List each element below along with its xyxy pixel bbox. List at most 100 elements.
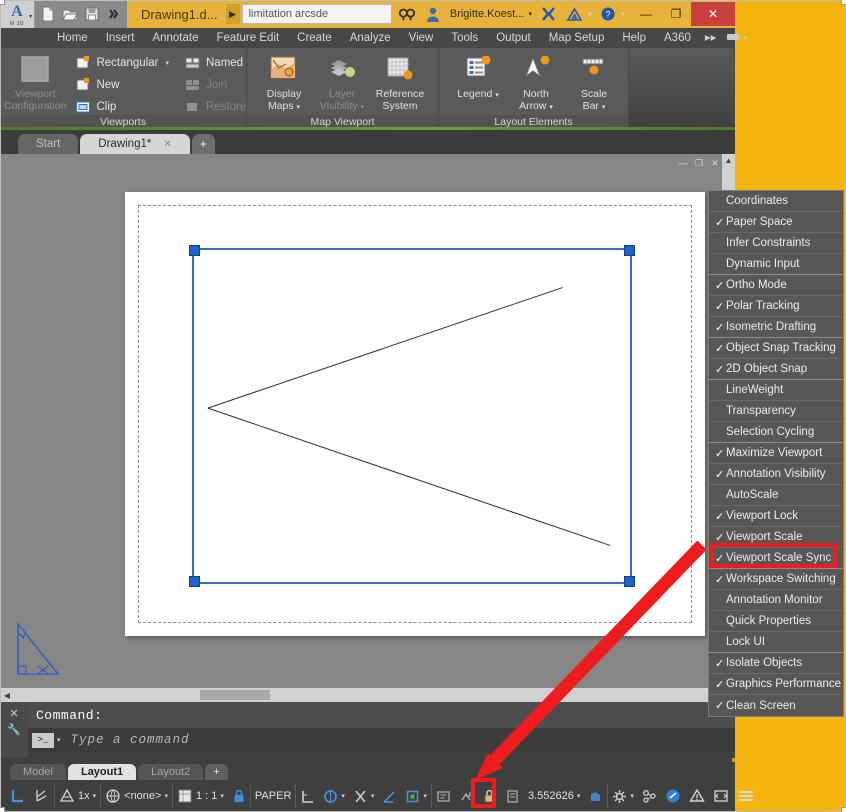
menu-item-dynamic-input[interactable]: Dynamic Input: [709, 254, 843, 275]
account-name[interactable]: Brigitte.Koest... ▾: [446, 8, 536, 20]
menu-item-isometric-drafting[interactable]: ✓Isometric Drafting: [709, 317, 843, 338]
tab-help[interactable]: Help: [613, 28, 655, 48]
annotation-scale-button[interactable]: 1x ▾: [54, 784, 100, 808]
maximize-button[interactable]: ❐: [661, 2, 691, 26]
tab-a360[interactable]: A360: [655, 28, 700, 48]
snap-grid-icon[interactable]: [30, 784, 54, 808]
layout-tab-model[interactable]: Model: [10, 764, 66, 780]
minimize-button[interactable]: —: [631, 2, 661, 26]
tab-annotate[interactable]: Annotate: [143, 28, 207, 48]
north-arrow-button[interactable]: NorthArrow ▾: [507, 52, 565, 114]
viewport-grip-top-left[interactable]: [189, 245, 200, 256]
new-file-icon[interactable]: [38, 4, 58, 24]
graphics-performance-icon[interactable]: [661, 784, 685, 808]
menu-item-2d-object-snap[interactable]: ✓2D Object Snap: [709, 359, 843, 380]
autodesk-logo-icon[interactable]: [562, 1, 588, 27]
menu-item-selection-cycling[interactable]: Selection Cycling: [709, 422, 843, 443]
command-settings-icon[interactable]: 🔧: [7, 723, 21, 736]
customization-menu-icon[interactable]: [733, 784, 759, 808]
tab-feature-edit[interactable]: Feature Edit: [208, 28, 289, 48]
chevron-down-icon[interactable]: ▾: [371, 792, 375, 800]
horizontal-scroll-thumb[interactable]: [200, 690, 270, 700]
paper-space-toggle[interactable]: PAPER: [250, 784, 295, 808]
help-icon[interactable]: ?: [595, 1, 621, 27]
menu-item-annotation-visibility[interactable]: ✓Annotation Visibility: [709, 464, 843, 485]
menu-item-annotation-monitor[interactable]: Annotation Monitor: [709, 590, 843, 611]
menu-item-transparency[interactable]: Transparency: [709, 401, 843, 422]
save-icon[interactable]: [82, 4, 102, 24]
named-viewport-button[interactable]: Named: [182, 53, 249, 73]
layout-tab-new[interactable]: +: [205, 764, 227, 780]
menu-item-maximize-viewport[interactable]: ✓Maximize Viewport: [709, 443, 843, 464]
ortho-mode-icon[interactable]: [295, 784, 319, 808]
chevron-down-icon[interactable]: ▾: [341, 792, 345, 800]
viewport-grip-top-right[interactable]: [624, 245, 635, 256]
drawing-close-button[interactable]: ✕: [707, 156, 723, 170]
layout-tab-layout2[interactable]: Layout2: [138, 764, 203, 780]
viewport-grip-bottom-left[interactable]: [189, 576, 200, 587]
ribbon-overflow-icon[interactable]: ▸▸: [700, 28, 722, 48]
chevron-down-icon[interactable]: ▾: [528, 10, 532, 18]
reference-system-button[interactable]: ReferenceSystem: [371, 52, 429, 112]
menu-item-viewport-lock[interactable]: ✓Viewport Lock: [709, 506, 843, 527]
menu-item-lock-ui[interactable]: Lock UI: [709, 632, 843, 653]
chevron-down-icon[interactable]: ▾: [630, 792, 634, 800]
menu-item-workspace-switching[interactable]: ✓Workspace Switching: [709, 569, 843, 590]
annotation-scale-readout[interactable]: 3.552626 ▾: [524, 784, 584, 808]
viewport-scale-button[interactable]: 1 : 1 ▾: [172, 784, 228, 808]
tab-output[interactable]: Output: [487, 28, 540, 48]
menu-item-infer-constraints[interactable]: Infer Constraints: [709, 233, 843, 254]
paper-model-icon[interactable]: [6, 784, 30, 808]
application-menu-button[interactable]: A M 3D ▾: [0, 0, 35, 28]
layout-tab-layout1[interactable]: Layout1: [68, 764, 136, 780]
chevron-down-icon[interactable]: ▾: [423, 792, 427, 800]
menu-item-lineweight[interactable]: LineWeight: [709, 380, 843, 401]
clip-viewport-button[interactable]: Clip: [72, 97, 172, 117]
isometric-drafting-icon[interactable]: [378, 784, 401, 808]
menu-item-ortho-mode[interactable]: ✓Ortho Mode: [709, 275, 843, 296]
tab-tools[interactable]: Tools: [442, 28, 487, 48]
drawing-restore-button[interactable]: ❐: [691, 156, 707, 170]
viewport-lock-status-icon[interactable]: [228, 784, 250, 808]
isolate-objects-icon[interactable]: [638, 784, 661, 808]
layer-visibility-button[interactable]: LayerVisibility ▾: [313, 52, 371, 114]
search-icon[interactable]: [394, 1, 420, 27]
chevron-down-icon[interactable]: ▾: [577, 792, 581, 800]
tab-home[interactable]: Home: [48, 28, 97, 48]
display-maps-button[interactable]: DisplayMaps ▾: [255, 52, 313, 114]
menu-item-quick-properties[interactable]: Quick Properties: [709, 611, 843, 632]
horizontal-scrollbar[interactable]: ◀: [0, 688, 735, 702]
layout-viewport[interactable]: [192, 248, 632, 584]
menu-item-object-snap-tracking[interactable]: ✓Object Snap Tracking: [709, 338, 843, 359]
chevron-down-icon[interactable]: ▾: [621, 10, 625, 18]
annotation-visibility-icon[interactable]: [431, 784, 455, 808]
close-button[interactable]: ✕: [691, 2, 735, 26]
drawing-canvas[interactable]: — ❐ ✕: [0, 154, 735, 702]
workspace-switching-icon[interactable]: [584, 784, 607, 808]
drawing-minimize-button[interactable]: —: [675, 156, 691, 170]
chevron-down-icon[interactable]: ▾: [220, 792, 224, 800]
menu-item-graphics-performance[interactable]: ✓Graphics Performance: [709, 674, 843, 695]
status-bar-customization-menu[interactable]: Coordinates ✓Paper Space Infer Constrain…: [708, 190, 844, 717]
command-input[interactable]: >_ ▾ Type a command: [28, 728, 735, 752]
tab-view[interactable]: View: [400, 28, 443, 48]
menu-item-isolate-objects[interactable]: ✓Isolate Objects: [709, 653, 843, 674]
menu-item-paper-space[interactable]: ✓Paper Space: [709, 212, 843, 233]
new-viewport-button[interactable]: New: [72, 75, 172, 95]
menu-item-coordinates[interactable]: Coordinates: [709, 191, 843, 212]
polar-tracking-icon[interactable]: ▾: [319, 784, 349, 808]
chevron-down-icon[interactable]: ▾: [93, 792, 97, 800]
search-input[interactable]: limitation arcsde: [242, 4, 392, 24]
rectangular-viewport-button[interactable]: Rectangular ▾: [72, 53, 172, 73]
exchange-apps-icon[interactable]: [536, 1, 562, 27]
chevron-down-icon[interactable]: ▾: [164, 792, 168, 800]
menu-item-polar-tracking[interactable]: ✓Polar Tracking: [709, 296, 843, 317]
doc-tab-drawing1[interactable]: Drawing1* ✕: [80, 134, 189, 154]
qat-more-icon[interactable]: [104, 4, 124, 24]
command-close-icon[interactable]: ✕: [9, 707, 18, 720]
scroll-left-icon[interactable]: ◀: [0, 688, 14, 702]
restore-viewport-button[interactable]: Restore: [182, 97, 249, 117]
object-snap-tracking-icon[interactable]: ▾: [401, 784, 431, 808]
clean-screen-icon[interactable]: [709, 784, 733, 808]
chevron-down-icon[interactable]: ▾: [588, 10, 592, 18]
